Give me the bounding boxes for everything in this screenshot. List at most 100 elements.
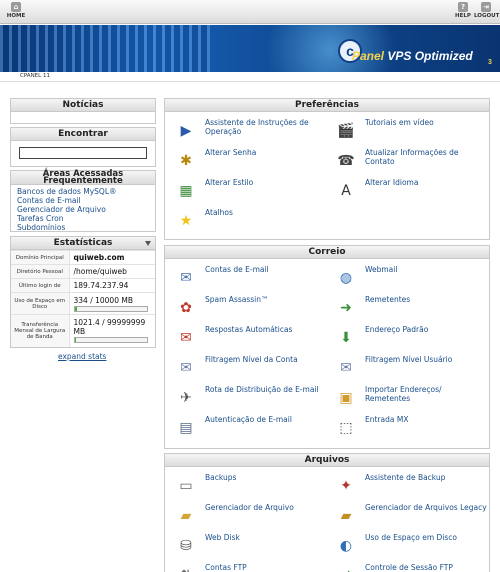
- shortcut-label: Atalhos: [205, 208, 233, 217]
- webdisk-icon: ⛁: [180, 538, 192, 554]
- shortcut-label: Backups: [205, 473, 237, 482]
- shortcut-auth[interactable]: ▤ Autenticação de E-mail: [169, 413, 329, 441]
- expand-stats-link[interactable]: expand stats: [58, 352, 106, 361]
- logout-button[interactable]: ⇥ LOGOUT: [474, 2, 500, 19]
- shortcut-email[interactable]: ✉ Contas de E-mail: [169, 263, 329, 291]
- shortcut-user-filter[interactable]: ✉ Filtragem Nível Usuário: [329, 353, 489, 381]
- webmail-icon: ◍: [339, 270, 353, 286]
- shortcut-routing[interactable]: ✈ Rota de Distribuição de E-mail: [169, 383, 329, 411]
- news-box: Notícias: [10, 98, 156, 124]
- shortcut-label: Web Disk: [205, 533, 240, 542]
- home-icon: ⌂: [11, 2, 21, 12]
- cpanel-logo-text: Panel VPS Optimized: [352, 49, 473, 63]
- frequent-box: Áreas Acessadas Frequentemente Bancos de…: [10, 170, 156, 232]
- backup-wizard-icon: ✦: [340, 478, 352, 494]
- shortcut-label: Assistente de Backup: [365, 473, 446, 482]
- shortcut-webdisk[interactable]: ⛁ Web Disk: [169, 531, 329, 559]
- shortcut-backup-wizard[interactable]: ✦ Assistente de Backup: [329, 471, 489, 499]
- folder-icon: ▰: [180, 508, 192, 524]
- stats-value: quiweb.com: [69, 250, 155, 265]
- shortcut-ftp[interactable]: ⇅ Contas FTP: [169, 561, 329, 572]
- shortcut-star[interactable]: ★ Atalhos: [169, 206, 329, 234]
- shortcut-password[interactable]: ✱ Alterar Senha: [169, 146, 329, 174]
- language-icon: A: [341, 183, 351, 199]
- shortcut-label: Autenticação de E-mail: [205, 415, 292, 424]
- search-input[interactable]: [19, 147, 147, 159]
- shortcut-ftp-session[interactable]: ⇄ Controle de Sessão FTP: [329, 561, 489, 572]
- ftp-session-icon: ⇄: [335, 565, 357, 572]
- shortcut-webmail[interactable]: ◍ Webmail: [329, 263, 489, 291]
- disk-usage-icon: ◐: [339, 538, 353, 554]
- stats-row: Uso de Espaço em Disco 334 / 10000 MB: [11, 292, 155, 315]
- cpanel-logo[interactable]: c Panel VPS Optimized 3: [338, 37, 498, 69]
- link-file-manager[interactable]: Gerenciador de Arquivo: [17, 205, 149, 214]
- shortcut-language[interactable]: A Alterar Idioma: [329, 176, 489, 204]
- link-mysql[interactable]: Bancos de dados MySQL®: [17, 187, 149, 196]
- logout-label: LOGOUT: [474, 13, 500, 19]
- star-icon: ★: [179, 213, 193, 229]
- link-subdomains[interactable]: Subdomínios: [17, 223, 149, 232]
- home-button[interactable]: ⌂ HOME: [4, 2, 28, 19]
- header-banner: c Panel VPS Optimized 3: [0, 25, 500, 72]
- mail-panel: Correio ✉ Contas de E-mail ◍ Webmail ✿ Spam A…: [164, 245, 490, 449]
- shortcut-video[interactable]: 🎬 Tutoriais em vídeo: [329, 116, 489, 144]
- mail-title: Correio: [165, 246, 489, 259]
- preferences-panel: Preferências ▶ Assistente de Instruções d…: [164, 98, 490, 240]
- help-button[interactable]: ? HELP: [451, 2, 475, 19]
- shortcut-import[interactable]: ▣ Importar Endereços/ Remetentes: [329, 383, 489, 411]
- spam-icon: ✿: [180, 300, 192, 316]
- stats-header[interactable]: Estatísticas: [11, 237, 155, 250]
- breadcrumb-label: CPANEL 11: [20, 73, 50, 79]
- routing-icon: ✈: [180, 390, 192, 406]
- stats-title: Estatísticas: [53, 238, 113, 248]
- shortcut-autoresponder[interactable]: ✉ Respostas Automáticas: [169, 323, 329, 351]
- shortcut-label: Importar Endereços/ Remetentes: [365, 385, 442, 403]
- shortcut-mx[interactable]: ⬚ Entrada MX: [329, 413, 489, 441]
- stats-row: Transferência Mensal de Largura de Banda…: [11, 314, 155, 347]
- shortcut-label: Rota de Distribuição de E-mail: [205, 385, 319, 394]
- shortcut-filter[interactable]: ✉ Filtragem Nível da Conta: [169, 353, 329, 381]
- collapse-arrow-icon[interactable]: [145, 241, 151, 246]
- legacy-folder-icon: ▰: [340, 508, 352, 524]
- stats-label: Uso de Espaço em Disco: [11, 292, 70, 315]
- shortcut-forwarders[interactable]: ➜ Remetentes: [329, 293, 489, 321]
- news-title: Notícias: [11, 99, 155, 112]
- shortcut-label: Entrada MX: [365, 415, 409, 424]
- preferences-title: Preferências: [165, 99, 489, 112]
- shortcut-play[interactable]: ▶ Assistente de Instruções de Operação: [169, 116, 329, 144]
- network-cables-graphic: [0, 25, 210, 72]
- shortcut-contact[interactable]: ☎ Atualizar Informações de Contato: [329, 146, 489, 174]
- shortcut-label: Assistente de Instruções de Operação: [205, 118, 309, 136]
- disk-usage-value: 334 / 10000 MB: [73, 295, 133, 305]
- shortcut-backup[interactable]: ▭ Backups: [169, 471, 329, 499]
- shortcut-disk-usage[interactable]: ◐ Uso de Espaço em Disco: [329, 531, 489, 559]
- shortcut-label: Uso de Espaço em Disco: [365, 533, 458, 542]
- autoresponder-icon: ✉: [180, 330, 192, 346]
- link-cron-jobs[interactable]: Tarefas Cron: [17, 214, 149, 223]
- video-icon: 🎬: [337, 123, 355, 139]
- shortcut-default-address[interactable]: ⬇ Endereço Padrão: [329, 323, 489, 351]
- shortcut-folder[interactable]: ▰ Gerenciador de Arquivo: [169, 501, 329, 529]
- stats-row: Diretório Pessoal /home/quiweb: [11, 264, 155, 279]
- shortcut-label: Gerenciador de Arquivo: [205, 503, 294, 512]
- stats-label: Diretório Pessoal: [11, 264, 70, 279]
- bandwidth-bar: [73, 337, 148, 344]
- stats-box: Estatísticas Domínio Principal quiweb.co…: [10, 236, 156, 348]
- shortcut-label: Filtragem Nível da Conta: [205, 355, 298, 364]
- contact-icon: ☎: [337, 153, 355, 169]
- stats-label: Domínio Principal: [11, 250, 70, 265]
- shortcut-style[interactable]: ▦ Alterar Estilo: [169, 176, 329, 204]
- stats-cell: 334 / 10000 MB: [69, 292, 155, 315]
- email-icon: ✉: [180, 270, 192, 286]
- shortcut-label: Contas FTP: [205, 563, 247, 572]
- filter-icon: ✉: [180, 360, 192, 376]
- top-bar: ⌂ HOME ? HELP ⇥ LOGOUT: [0, 0, 500, 24]
- link-email-accounts[interactable]: Contas de E-mail: [17, 196, 149, 205]
- import-icon: ▣: [339, 390, 353, 406]
- shortcut-label: Remetentes: [365, 295, 411, 304]
- bandwidth-fill: [74, 338, 76, 343]
- shortcut-legacy-folder[interactable]: ▰ Gerenciador de Arquivos Legacy: [329, 501, 489, 529]
- shortcut-spam[interactable]: ✿ Spam Assassin™: [169, 293, 329, 321]
- frequent-links: Bancos de dados MySQL® Contas de E-mail …: [11, 185, 155, 234]
- shortcut-label: Alterar Estilo: [205, 178, 254, 187]
